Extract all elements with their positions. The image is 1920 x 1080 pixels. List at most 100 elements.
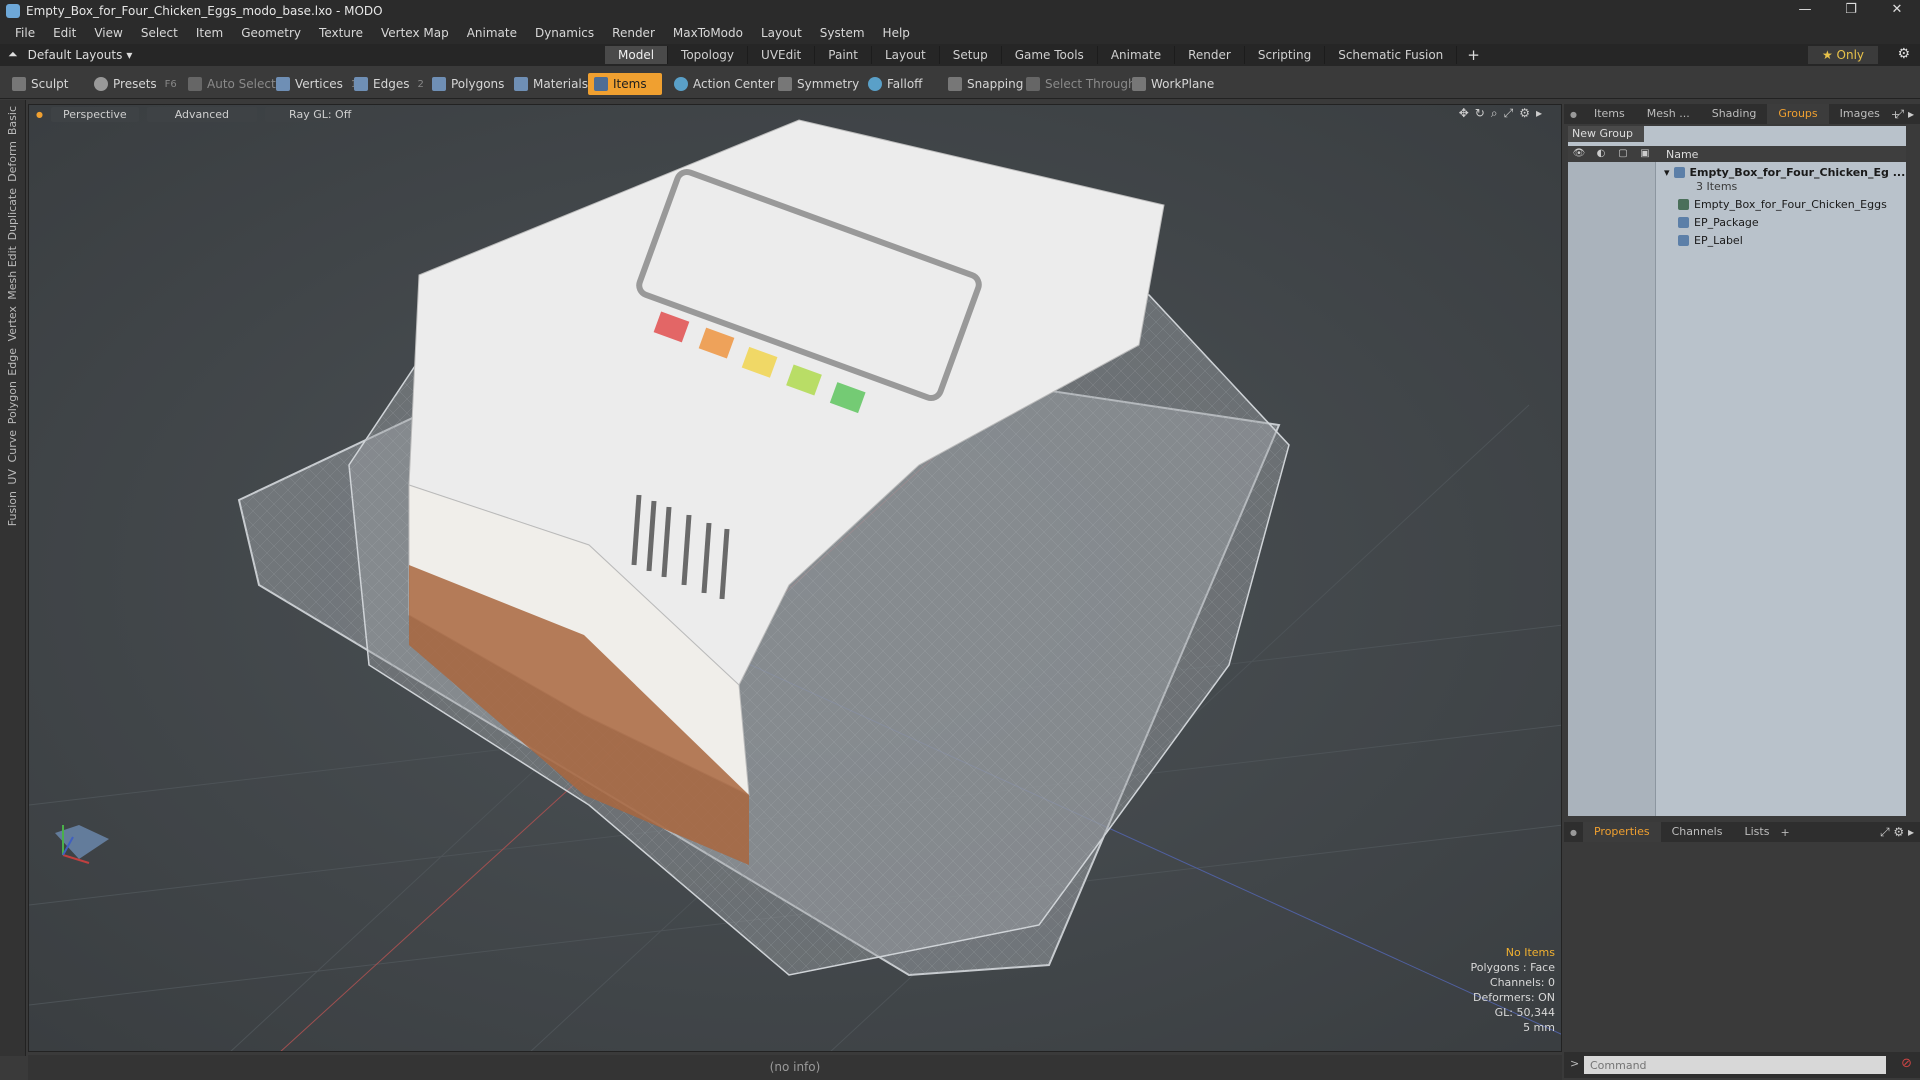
edges-button[interactable]: Edges 2 xyxy=(348,73,430,95)
new-group-button[interactable]: New Group xyxy=(1568,126,1644,142)
tab-images[interactable]: Images xyxy=(1829,104,1891,124)
tab-paint[interactable]: Paint xyxy=(815,46,872,64)
polygons-button[interactable]: Polygons xyxy=(426,73,510,95)
sculpt-button[interactable]: Sculpt xyxy=(6,73,74,95)
side-tab-curve[interactable]: Curve xyxy=(6,430,19,462)
presets-button[interactable]: Presets F6 xyxy=(88,73,183,95)
side-tab-mesh-edit[interactable]: Mesh Edit xyxy=(6,246,19,300)
only-toggle[interactable]: ★ Only xyxy=(1808,46,1878,64)
viewport-scene xyxy=(29,105,1561,1051)
maximize-view-icon[interactable]: ⤢ xyxy=(1504,106,1514,121)
command-clear-icon[interactable]: ⊘ xyxy=(1901,1056,1912,1071)
viewport-settings-icon[interactable]: ⚙ xyxy=(1519,106,1530,121)
mesh-icon xyxy=(1678,199,1689,210)
side-tab-duplicate[interactable]: Duplicate xyxy=(6,188,19,240)
select-through-button[interactable]: Select Through xyxy=(1020,73,1142,95)
maximize-button[interactable]: ❐ xyxy=(1828,0,1874,22)
side-tab-deform[interactable]: Deform xyxy=(6,141,19,182)
raygl-toggle[interactable]: Ray GL: Off xyxy=(265,106,376,122)
close-button[interactable]: ✕ xyxy=(1874,0,1920,22)
tab-animate[interactable]: Animate xyxy=(1098,46,1176,64)
items-button[interactable]: Items xyxy=(588,73,662,95)
tab-setup[interactable]: Setup xyxy=(940,46,1002,64)
edges-label: Edges xyxy=(373,77,410,91)
gear-icon[interactable]: ⚙ xyxy=(1897,46,1910,62)
materials-icon xyxy=(514,77,528,91)
tab-groups[interactable]: Groups xyxy=(1767,104,1829,124)
snapping-button[interactable]: Snapping xyxy=(942,73,1029,95)
workplane-button[interactable]: WorkPlane xyxy=(1126,73,1220,95)
materials-button[interactable]: Materials xyxy=(508,73,594,95)
minimize-button[interactable]: — xyxy=(1782,0,1828,22)
menu-select[interactable]: Select xyxy=(132,26,187,40)
group-child-name: Empty_Box_for_Four_Chicken_Eggs xyxy=(1694,198,1887,211)
menu-maxtomodo[interactable]: MaxToModo xyxy=(664,26,752,40)
menu-view[interactable]: View xyxy=(85,26,131,40)
tab-render[interactable]: Render xyxy=(1175,46,1245,64)
side-tab-vertex[interactable]: Vertex xyxy=(6,306,19,341)
group-row[interactable]: ▾ Empty_Box_for_Four_Chicken_Eg ... xyxy=(1664,166,1905,179)
menu-edit[interactable]: Edit xyxy=(44,26,85,40)
group-child-row[interactable]: Empty_Box_for_Four_Chicken_Eggs xyxy=(1678,198,1887,211)
tab-channels[interactable]: Channels xyxy=(1661,822,1734,842)
layout-selector[interactable]: ⏶ Default Layouts ▾ xyxy=(8,47,132,62)
side-tab-basic[interactable]: Basic xyxy=(6,106,19,135)
expand-toggle-icon[interactable]: ▾ xyxy=(1664,166,1670,179)
tab-scripting[interactable]: Scripting xyxy=(1245,46,1326,64)
side-tab-uv[interactable]: UV xyxy=(6,469,19,485)
tab-game-tools[interactable]: Game Tools xyxy=(1002,46,1098,64)
select-column-icon[interactable]: ▣ xyxy=(1634,146,1656,162)
add-tab-icon[interactable]: + xyxy=(1780,826,1789,839)
tab-schematic-fusion[interactable]: Schematic Fusion xyxy=(1325,46,1458,64)
tab-mesh[interactable]: Mesh ... xyxy=(1636,104,1701,124)
properties-expand-icon[interactable]: ⤢ ⚙ ▸ xyxy=(1880,825,1914,840)
tab-layout[interactable]: Layout xyxy=(872,46,940,64)
tab-shading[interactable]: Shading xyxy=(1701,104,1768,124)
symmetry-button[interactable]: Symmetry xyxy=(772,73,865,95)
falloff-button[interactable]: Falloff xyxy=(862,73,928,95)
action-center-button[interactable]: Action Center xyxy=(668,73,781,95)
lock-column-icon[interactable]: ▢ xyxy=(1612,146,1634,162)
menu-item[interactable]: Item xyxy=(187,26,232,40)
3d-viewport[interactable] xyxy=(28,104,1562,1052)
menu-layout[interactable]: Layout xyxy=(752,26,811,40)
auto-select-button[interactable]: Auto Select xyxy=(182,73,282,95)
visibility-column-icon[interactable]: 👁 xyxy=(1568,146,1590,162)
menu-vertex-map[interactable]: Vertex Map xyxy=(372,26,458,40)
name-column-header: Name xyxy=(1666,147,1699,161)
side-tab-fusion[interactable]: Fusion xyxy=(6,491,19,526)
view-type-dropdown[interactable]: Perspective xyxy=(50,106,139,122)
zoom-view-icon[interactable]: ⌕ xyxy=(1491,106,1498,121)
viewport-expand-icon[interactable]: ▸ xyxy=(1536,106,1542,121)
tab-model[interactable]: Model xyxy=(605,46,669,64)
add-tab-icon[interactable]: + xyxy=(1457,46,1490,64)
presets-label: Presets xyxy=(113,77,157,91)
render-column-icon[interactable]: ◐ xyxy=(1590,146,1612,162)
shading-mode-dropdown[interactable]: Advanced xyxy=(146,106,258,122)
menu-render[interactable]: Render xyxy=(603,26,664,40)
menu-system[interactable]: System xyxy=(811,26,874,40)
tab-lists[interactable]: Lists xyxy=(1733,822,1780,842)
tab-topology[interactable]: Topology xyxy=(668,46,749,64)
move-view-icon[interactable]: ✥ xyxy=(1459,106,1469,121)
properties-menu-dot-icon[interactable]: ● xyxy=(1570,828,1577,837)
viewport-menu-dot-icon[interactable]: ● xyxy=(36,110,43,119)
panel-menu-dot-icon[interactable]: ● xyxy=(1570,110,1577,119)
menu-texture[interactable]: Texture xyxy=(310,26,372,40)
menu-geometry[interactable]: Geometry xyxy=(232,26,310,40)
command-input[interactable] xyxy=(1584,1056,1886,1074)
tab-properties[interactable]: Properties xyxy=(1582,822,1661,842)
side-tab-polygon[interactable]: Polygon xyxy=(6,381,19,424)
group-child-row[interactable]: EP_Package xyxy=(1678,216,1759,229)
group-child-row[interactable]: EP_Label xyxy=(1678,234,1743,247)
rotate-view-icon[interactable]: ↻ xyxy=(1475,106,1485,121)
panel-expand-icon[interactable]: ⤢ ▸ xyxy=(1895,107,1914,122)
side-tab-edge[interactable]: Edge xyxy=(6,348,19,376)
menu-help[interactable]: Help xyxy=(874,26,919,40)
tab-uvedit[interactable]: UVEdit xyxy=(748,46,816,64)
menu-dynamics[interactable]: Dynamics xyxy=(526,26,603,40)
menu-file[interactable]: File xyxy=(6,26,44,40)
menu-animate[interactable]: Animate xyxy=(458,26,526,40)
tab-items[interactable]: Items xyxy=(1583,104,1636,124)
vertices-label: Vertices xyxy=(295,77,343,91)
